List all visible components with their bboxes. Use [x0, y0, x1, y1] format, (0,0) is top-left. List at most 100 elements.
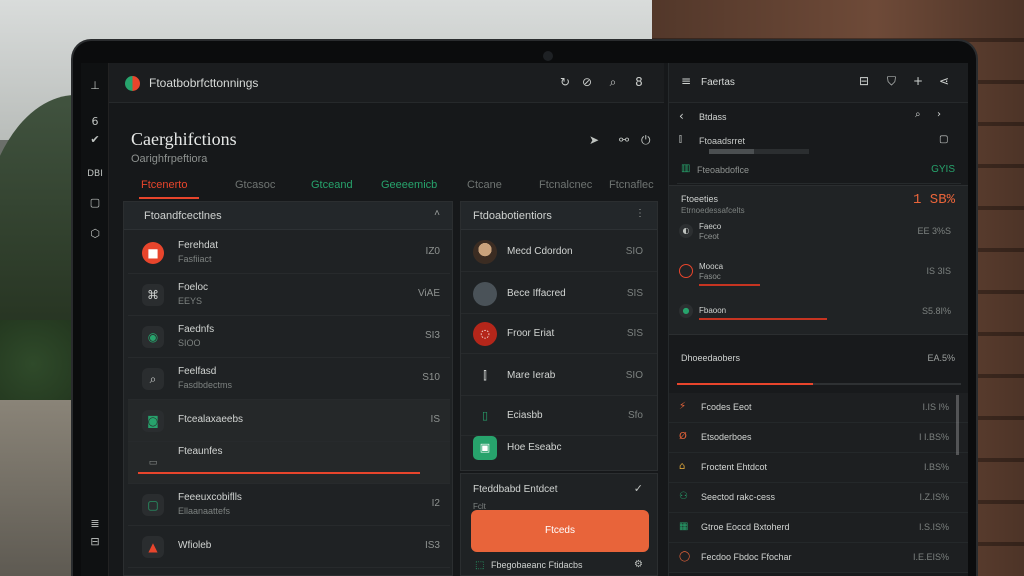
contact-name: Mare Ierab	[507, 370, 556, 381]
secondary-link[interactable]: Fbegobaeanc Ftidacbs	[491, 560, 583, 570]
page-subtitle: Oarighfrpeftiora	[131, 153, 208, 165]
bookmark-icon[interactable]: ⛉	[887, 74, 896, 89]
contact-row[interactable]: Bece Iffacred SIS	[461, 274, 657, 314]
ring-icon: ◯	[679, 551, 691, 562]
contact-name: Hoe Eseabc	[507, 442, 562, 453]
tab-ftcnaflec[interactable]: Ftcnaflec	[609, 179, 654, 191]
tab-gtceand[interactable]: Gtceand	[311, 179, 353, 191]
item-value: IS3	[424, 540, 440, 551]
chevron-right-icon[interactable]: ›	[937, 109, 941, 120]
cube-icon[interactable]: ⬡	[85, 225, 105, 243]
metric-title: Faeco	[699, 222, 722, 231]
item-label: Froctent Ehtdcot	[701, 462, 768, 472]
list-item[interactable]: ⌂ Froctent Ehtdcot I.BS%	[669, 453, 968, 483]
webcam	[543, 51, 553, 61]
block-icon[interactable]: ⊘	[579, 74, 595, 90]
six-glyph-icon[interactable]: 6	[85, 113, 105, 131]
summary-section: Dhoeedaobers EA.5%	[669, 345, 968, 395]
screen: ⊥ 6 ✔ DBI ▢ ⬡ ≣ ⊟ Ftoatbobrfcttonnings ↻…	[81, 63, 968, 576]
search-icon: ⌕	[142, 368, 164, 390]
list-icon[interactable]: ≣	[85, 515, 105, 533]
contacts-panel: Ftdoabotientiors ⋮ Mecd Cdordon SIO Bece…	[460, 201, 658, 471]
tab-ctcane[interactable]: Ctcane	[467, 179, 502, 191]
phone-icon: ▯	[481, 409, 489, 422]
list-item[interactable]: ⌘ Foeloc EEYS ViAE	[128, 274, 450, 316]
contact-row[interactable]: Mecd Cdordon SIO	[461, 232, 657, 272]
users-icon: ⚇	[679, 491, 688, 502]
add-icon[interactable]: +	[913, 74, 923, 88]
list-item[interactable]: ⌕ Feelfasd Fasdbdectms S10	[128, 358, 450, 400]
list-item[interactable]: Ø Etsoderboes I I.BS%	[669, 423, 968, 453]
chevron-icon[interactable]: ✔	[85, 131, 105, 149]
search-icon[interactable]: ⌕	[915, 109, 921, 120]
chevron-left-icon[interactable]: ‹	[679, 109, 684, 123]
scrollbar[interactable]	[956, 395, 959, 455]
metric-row[interactable]: Mooca Fasoc IS 3IS	[679, 258, 959, 298]
metric-row[interactable]: ◐ Faeco Fceot EE 3%S	[679, 218, 959, 258]
list-item[interactable]: ▢ Feeeuxcobiflls Ellaanaattefs I2	[128, 484, 450, 526]
item-title: Ftcealaxaeebs	[178, 414, 244, 425]
menu-icon[interactable]: ≡	[681, 74, 691, 88]
bolt-icon: ⚡	[679, 401, 687, 412]
list-item[interactable]: ◙ Ftcealaxaeebs IS	[128, 400, 450, 442]
stat-row: ▥ Fteoabdoflce GYIS	[677, 158, 961, 184]
metric-row[interactable]: ● Fbaoon S5.8I%	[679, 298, 959, 338]
chart-icon: ▥	[681, 163, 691, 174]
link-icon[interactable]: ⚯	[619, 133, 629, 147]
db-icon[interactable]: DBI	[85, 165, 105, 183]
eight-glyph-icon[interactable]: 8	[631, 74, 647, 90]
lock-icon: ⌂	[679, 461, 686, 472]
more-icon[interactable]: ⋮	[635, 208, 645, 219]
doc-icon[interactable]: ▢	[85, 194, 105, 212]
list-item[interactable]: ■ Ferehdat Fasfiiact IZ0	[128, 232, 450, 274]
left-rail: ⊥ 6 ✔ DBI ▢ ⬡ ≣ ⊟	[81, 63, 109, 576]
contact-name: Eciasbb	[507, 410, 543, 421]
square-icon: ▢	[142, 494, 164, 516]
item-value: I2	[431, 498, 440, 509]
share-icon[interactable]: ⋖	[939, 74, 949, 88]
square-icon[interactable]: ▢	[939, 134, 948, 145]
tab-geeeemicb[interactable]: Geeeemicb	[381, 179, 437, 191]
dot-icon: ●	[679, 304, 693, 318]
metrics-card: Ftoeeties Etrnoedessafcelts 1 SB% ◐ Faec…	[669, 185, 968, 335]
contact-row[interactable]: ▣ Hoe Eseabc	[461, 428, 657, 468]
contact-row[interactable]: ◌ Froor Eriat SIS	[461, 314, 657, 354]
list-item[interactable]: ◉ Faednfs SIOO SI3	[128, 316, 450, 358]
list-item[interactable]: ◯ Fecdoo Fbdoc Ffochar I.E.EIS%	[669, 543, 968, 573]
laptop: ⊥ 6 ✔ DBI ▢ ⬡ ≣ ⊟ Ftoatbobrfcttonnings ↻…	[73, 41, 976, 576]
panel-header: Ftoandfcectlnes ˄	[124, 202, 452, 230]
refresh-icon[interactable]: ↻	[557, 74, 573, 90]
list-item[interactable]: ▦ Gtroe Eoccd Bxtoherd I.S.IS%	[669, 513, 968, 543]
active-tab-underline	[139, 197, 199, 199]
tab-gtcasoc[interactable]: Gtcasoc	[235, 179, 275, 191]
settings-icon[interactable]: ⚙	[634, 559, 643, 570]
primary-action-button[interactable]: Ftceds	[471, 510, 649, 552]
item-title: Fteaunfes	[178, 446, 223, 457]
section-value: EA.5%	[927, 353, 955, 363]
tag-icon: ▭	[148, 458, 158, 468]
window-icon[interactable]: ⊟	[859, 74, 869, 88]
item-subtitle: Fasfiiact	[178, 254, 212, 264]
chart-icon: ⫿	[483, 369, 487, 382]
card-subtitle: Etrnoedessafcelts	[681, 206, 745, 215]
grid-icon[interactable]: ⊟	[85, 533, 105, 551]
list-item[interactable]: ⚇ Seectod rakc-cess I.Z.IS%	[669, 483, 968, 513]
send-icon[interactable]: ➤	[589, 133, 599, 147]
list-item-selected[interactable]: ▭ Fteaunfes	[128, 442, 450, 484]
power-icon[interactable]: ⏻	[641, 133, 651, 148]
list-item[interactable]: ⚡ Fcodes Eeot I.IS I%	[669, 393, 968, 423]
item-value: S10	[422, 372, 440, 383]
back-icon[interactable]: ⊥	[85, 77, 105, 95]
metric-title: Fbaoon	[699, 306, 727, 315]
tab-ftcenerto[interactable]: Ftcenerto	[141, 179, 187, 191]
check-icon[interactable]: ✓	[634, 482, 643, 495]
contact-value: SIO	[625, 370, 643, 381]
bars-icon: ⫿	[679, 135, 682, 145]
list-item[interactable]: ▲ Wfioleb IS3	[128, 526, 450, 568]
tab-ftcnalcnec[interactable]: Ftcnalcnec	[539, 179, 592, 191]
contact-row[interactable]: ⫿ Mare Ierab SIO	[461, 356, 657, 396]
item-label: Fecdoo Fbdoc Ffochar	[701, 552, 792, 562]
caret-up-icon[interactable]: ˄	[434, 208, 440, 219]
search-icon[interactable]: ⌕	[605, 74, 621, 90]
metric-title: Mooca	[699, 262, 724, 271]
